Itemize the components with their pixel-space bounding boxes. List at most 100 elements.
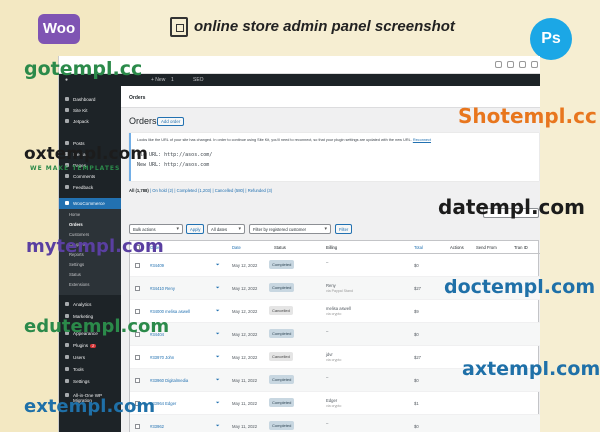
sidebar-item-settings[interactable]: Settings	[59, 376, 121, 387]
order-total: $1	[414, 401, 419, 406]
preview-icon[interactable]: ⏷	[216, 308, 220, 313]
row-checkbox[interactable]	[135, 263, 140, 268]
profile-icon[interactable]	[519, 61, 526, 68]
sidebar-item-plugins[interactable]: Plugins 2	[59, 340, 121, 351]
sidebar-item-comments[interactable]: Comments	[59, 171, 121, 182]
filter-all[interactable]: All (1,788)	[129, 188, 149, 193]
col-billing: Billing	[326, 245, 338, 250]
settings-icon	[65, 379, 69, 383]
customer-filter-select[interactable]: Filter by registered customer	[249, 224, 331, 234]
apply-button[interactable]: Apply	[186, 224, 205, 234]
woocommerce-logo: Woo	[38, 14, 80, 44]
reconnect-link[interactable]: Reconnect	[413, 138, 431, 142]
row-checkbox[interactable]	[135, 378, 140, 383]
order-link[interactable]: #33970 John	[150, 355, 174, 360]
billing-info: jdvr via crypto	[326, 352, 341, 363]
date-filter-select[interactable]: All dates	[207, 224, 245, 234]
menu-icon[interactable]	[531, 61, 538, 68]
admin-bar-comments[interactable]: 1	[171, 77, 174, 83]
admin-bar-seo[interactable]: SEO	[193, 77, 204, 83]
preview-icon[interactable]: ⏷	[216, 377, 220, 382]
filter-refunded[interactable]: Refunded (3)	[248, 188, 272, 193]
bookmark-icon[interactable]	[507, 61, 514, 68]
sidebar-item-woocommerce[interactable]: WooCommerce	[59, 198, 121, 209]
sitekit-icon	[65, 108, 69, 112]
table-row[interactable]: #34409 ⏷ May 12, 2022 Completed – $0	[130, 254, 540, 277]
table-row[interactable]: #33964 Edger ⏷ May 11, 2022 Completed Ed…	[130, 392, 540, 415]
order-total: $9	[414, 309, 419, 314]
filter-completed[interactable]: Completed (1,203)	[177, 188, 212, 193]
watermark-axtempl: axtempl.com	[462, 358, 600, 380]
billing-via: via crypto	[326, 404, 342, 408]
status-badge: Completed	[269, 283, 295, 292]
table-row[interactable]: #33962 ⏷ May 11, 2022 Completed – $0	[130, 415, 540, 432]
row-checkbox[interactable]	[135, 424, 140, 429]
row-checkbox[interactable]	[135, 309, 140, 314]
submenu-settings[interactable]: Settings	[69, 262, 84, 267]
sidebar-item-tools[interactable]: Tools	[59, 364, 121, 375]
plugins-icon	[65, 343, 69, 347]
order-total: $0	[414, 378, 419, 383]
sidebar-item-feedback[interactable]: Feedback	[59, 182, 121, 193]
admin-bar-new[interactable]: + New	[151, 77, 165, 83]
sidebar-item-dashboard[interactable]: Dashboard	[59, 94, 121, 105]
status-badge: Cancelled	[269, 306, 293, 315]
order-date: May 11, 2022	[232, 424, 258, 429]
table-header: Order Date Status Billing Total Actions …	[130, 241, 540, 254]
extension-icon[interactable]	[495, 61, 502, 68]
table-row[interactable]: #34404 ⏷ May 12, 2022 Completed – $0	[130, 323, 540, 346]
submenu-orders[interactable]: Orders	[69, 222, 83, 227]
plugins-label: Plugins	[73, 343, 89, 348]
sidebar-item-jetpack[interactable]: Jetpack	[59, 116, 121, 127]
bulk-actions-select[interactable]: Bulk actions	[129, 224, 183, 234]
billing-info: melisa aswell via crypto	[326, 306, 351, 317]
billing-info: –	[326, 260, 328, 265]
filter-button[interactable]: Filter	[335, 224, 353, 234]
page-heading: Orders	[129, 116, 157, 126]
order-date: May 12, 2022	[232, 286, 258, 291]
order-link[interactable]: #33960 Digitalmedia	[150, 378, 188, 383]
submenu-home[interactable]: Home	[69, 212, 80, 217]
table-row[interactable]: #34000 melisa aswell ⏷ May 12, 2022 Canc…	[130, 300, 540, 323]
watermark-edutempl: edutempl.com	[24, 316, 170, 337]
preview-icon[interactable]: ⏷	[216, 262, 220, 267]
sidebar-item-analytics[interactable]: Analytics	[59, 299, 121, 310]
filter-on-hold[interactable]: On hold (2)	[152, 188, 173, 193]
promo-title: online store admin panel screenshot	[194, 18, 455, 35]
watermark-datempl: datempl.com	[438, 195, 585, 219]
col-total[interactable]: Total	[414, 245, 423, 250]
preview-icon[interactable]: ⏷	[216, 354, 220, 359]
preview-icon[interactable]: ⏷	[216, 400, 220, 405]
col-actions: Actions	[450, 245, 464, 250]
order-total: $0	[414, 424, 419, 429]
sitekit-url-notice: Looks like the URL of your site has chan…	[129, 133, 539, 181]
filter-cancelled[interactable]: Cancelled (580)	[215, 188, 245, 193]
watermark-doctempl: doctempl.com	[444, 276, 596, 298]
billing-info: –	[326, 421, 328, 426]
status-filters: All (1,788) | On hold (2) | Completed (1…	[129, 188, 273, 193]
preview-icon[interactable]: ⏷	[216, 331, 220, 336]
order-date: May 11, 2022	[232, 401, 258, 406]
row-checkbox[interactable]	[135, 286, 140, 291]
watermark-shotempl: Shotempl.cc	[458, 104, 597, 128]
preview-icon[interactable]: ⏷	[216, 423, 220, 428]
sidebar-item-sitekit[interactable]: Site Kit	[59, 105, 121, 116]
billing-name: Edger	[326, 398, 338, 403]
order-date: May 12, 2022	[232, 309, 258, 314]
submenu-extensions[interactable]: Extensions	[69, 282, 89, 287]
billing-info: –	[326, 329, 328, 334]
add-order-button[interactable]: Add order	[157, 117, 185, 126]
order-link[interactable]: #34409	[150, 263, 164, 268]
col-date[interactable]: Date	[232, 245, 241, 250]
billing-via: via crypto	[326, 312, 342, 316]
status-badge: Completed	[269, 260, 295, 269]
tools-icon	[65, 367, 69, 371]
watermark-mytempl: mytempl.com	[26, 236, 164, 257]
preview-icon[interactable]: ⏷	[216, 285, 220, 290]
submenu-status[interactable]: Status	[69, 272, 81, 277]
order-link[interactable]: #33962	[150, 424, 164, 429]
row-checkbox[interactable]	[135, 355, 140, 360]
order-link[interactable]: #34000 melisa aswell	[150, 309, 190, 314]
order-link[interactable]: #34410 Reny	[150, 286, 175, 291]
sidebar-item-users[interactable]: Users	[59, 352, 121, 363]
